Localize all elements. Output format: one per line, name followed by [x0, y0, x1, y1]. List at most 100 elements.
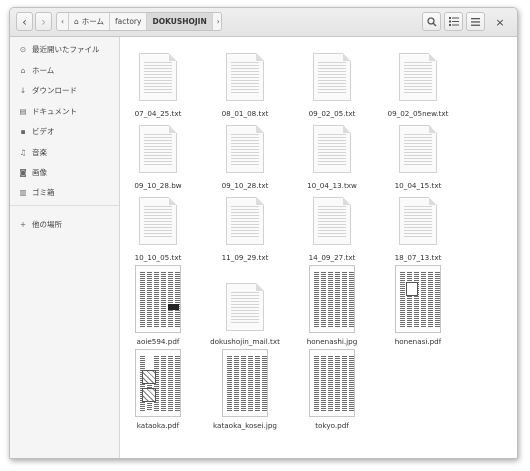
sidebar-icon: ⊙ — [19, 44, 27, 54]
text-lines-decoration — [144, 60, 172, 94]
breadcrumb-home[interactable]: ⌂ ホーム — [69, 13, 111, 30]
text-file-icon — [226, 197, 264, 245]
sidebar-item-8[interactable]: + 他の場所 — [18, 217, 62, 231]
file-item[interactable]: 11_09_29.txt — [205, 193, 285, 273]
file-item[interactable]: 09_02_05.txt — [292, 49, 372, 129]
text-file-icon — [399, 197, 437, 245]
file-name-label: 07_04_25.txt — [134, 109, 182, 118]
sidebar-item-label: ビデオ — [32, 126, 55, 136]
view-list-icon — [448, 17, 459, 26]
text-column-decoration — [435, 271, 440, 327]
text-lines-decoration — [318, 60, 346, 94]
sidebar-icon: + — [19, 219, 27, 229]
file-item[interactable]: 14_09_27.txt — [292, 193, 372, 273]
breadcrumb: ‹ ⌂ ホーム factory DOKUSHOJIN › — [56, 12, 222, 31]
text-lines-decoration — [404, 204, 432, 238]
close-button[interactable]: × — [491, 13, 509, 31]
file-name-label: 18_07_13.txt — [394, 253, 442, 262]
text-column-decoration — [414, 271, 419, 327]
sidebar-icon: ◙ — [19, 167, 27, 177]
file-item[interactable]: 07_04_25.txt — [118, 49, 198, 129]
back-button[interactable]: ‹ — [16, 12, 33, 31]
sidebar-item-label: 最近開いたファイル — [32, 44, 100, 54]
document-thumbnail — [222, 349, 268, 417]
text-column-decoration — [262, 355, 267, 411]
menu-button[interactable] — [466, 12, 485, 31]
file-name-label: tokyo.pdf — [315, 421, 349, 430]
text-column-decoration — [342, 271, 347, 327]
file-item[interactable]: 10_04_13.txw — [292, 121, 372, 201]
text-lines-decoration — [231, 204, 259, 238]
file-name-label: 10_04_15.txt — [394, 181, 442, 190]
sidebar-item-7[interactable]: ▥ ゴミ箱 — [18, 185, 55, 199]
file-item[interactable]: 09_10_28.txt — [205, 121, 285, 201]
text-file-icon — [313, 53, 351, 101]
file-item[interactable]: 09_10_28.bw — [118, 121, 198, 201]
sidebar-item-2[interactable]: ↓ ダウンロード — [18, 83, 77, 97]
text-column-decoration — [400, 271, 405, 327]
sidebar-item-label: ドキュメント — [32, 106, 77, 116]
text-file-icon — [226, 283, 264, 331]
sidebar-item-label: 画像 — [32, 167, 47, 177]
document-thumbnail — [309, 349, 355, 417]
search-button[interactable] — [422, 12, 441, 31]
text-column-decoration — [154, 271, 159, 327]
file-name-label: 09_02_05new.txt — [387, 109, 449, 118]
sidebar-item-label: 音楽 — [32, 147, 47, 157]
file-item[interactable]: 09_02_05new.txt — [378, 49, 458, 129]
sidebar-item-1[interactable]: ⌂ ホーム — [18, 63, 55, 77]
file-name-label: 09_02_05.txt — [308, 109, 356, 118]
file-item[interactable]: aoie594.pdf — [118, 265, 198, 346]
file-item[interactable]: honenasi.pdf — [378, 265, 458, 346]
file-item[interactable]: 08_01_08.txt — [205, 49, 285, 129]
breadcrumb-dokushojin[interactable]: DOKUSHOJIN — [147, 13, 213, 30]
file-name-label: 14_09_27.txt — [308, 253, 356, 262]
view-list-button[interactable] — [444, 12, 463, 31]
image-block-decoration — [168, 304, 179, 310]
breadcrumb-left-arrow[interactable]: ‹ — [57, 13, 69, 30]
file-name-label: 11_09_29.txt — [221, 253, 269, 262]
breadcrumb-factory[interactable]: factory — [110, 13, 148, 30]
text-column-decoration — [241, 355, 246, 411]
sidebar-item-label: ホーム — [32, 65, 55, 75]
sidebar-item-3[interactable]: ▤ ドキュメント — [18, 104, 77, 118]
sidebar-icon: ▥ — [19, 187, 27, 197]
forward-button[interactable]: › — [35, 12, 52, 31]
chevron-left-icon: ‹ — [22, 14, 27, 29]
file-name-label: 08_01_08.txt — [221, 109, 269, 118]
file-name-label: 10_04_13.txw — [307, 181, 357, 190]
file-item[interactable]: 10_10_05.txt — [118, 193, 198, 273]
sidebar-item-label: ゴミ箱 — [32, 187, 55, 197]
sidebar-item-5[interactable]: ♫ 音楽 — [18, 145, 47, 159]
sidebar-item-label: 他の場所 — [32, 219, 62, 229]
text-column-decoration — [321, 271, 326, 327]
sidebar-item-0[interactable]: ⊙ 最近開いたファイル — [18, 42, 100, 56]
sidebar-icon: ↓ — [19, 85, 27, 95]
text-column-decoration — [255, 355, 260, 411]
file-name-label: honenasi.pdf — [394, 337, 442, 346]
file-name-label: kataoka.pdf — [136, 421, 180, 430]
text-column-decoration — [168, 355, 173, 411]
text-column-decoration — [407, 271, 412, 327]
file-item[interactable]: 18_07_13.txt — [378, 193, 458, 273]
text-column-decoration — [328, 355, 333, 411]
file-name-label: aoie594.pdf — [136, 337, 180, 346]
file-item[interactable]: tokyo.pdf — [292, 349, 372, 430]
file-grid: 07_04_25.txt 08_01_08.txt 09_02_05.txt 09_0… — [120, 37, 517, 458]
document-thumbnail — [135, 349, 181, 417]
file-name-label: 09_10_28.txt — [221, 181, 269, 190]
sidebar-item-4[interactable]: ▪ ビデオ — [18, 124, 55, 138]
text-column-decoration — [314, 271, 319, 327]
text-column-decoration — [428, 271, 433, 327]
file-item[interactable]: kataoka_kosei.jpg — [205, 349, 285, 430]
file-item[interactable]: honenashi.jpg — [292, 265, 372, 346]
sidebar-item-6[interactable]: ◙ 画像 — [18, 165, 47, 179]
file-item[interactable]: 10_04_15.txt — [378, 121, 458, 201]
breadcrumb-right-arrow[interactable]: › — [213, 13, 221, 30]
file-name-label: 09_10_28.bw — [134, 181, 182, 190]
file-item[interactable]: dokushojin_mail.txt — [205, 265, 285, 346]
file-name-label: 10_10_05.txt — [134, 253, 182, 262]
text-lines-decoration — [318, 204, 346, 238]
file-item[interactable]: kataoka.pdf — [118, 349, 198, 430]
sidebar-item-label: ダウンロード — [32, 85, 77, 95]
